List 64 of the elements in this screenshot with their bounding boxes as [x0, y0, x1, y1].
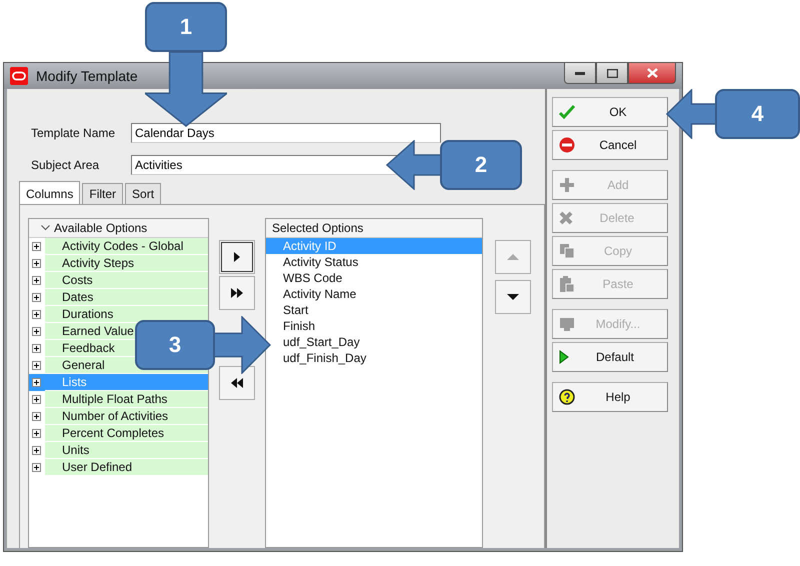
tab[interactable]: Columns — [19, 181, 80, 204]
close-icon — [646, 68, 658, 78]
no-entry-icon — [559, 137, 575, 153]
field-label: Template Name — [30, 126, 116, 140]
right-triangle-icon — [234, 252, 240, 262]
expand-icon[interactable] — [32, 293, 41, 302]
expand-icon[interactable] — [32, 327, 41, 336]
callout-tooltip: 4 — [715, 89, 800, 139]
list-item[interactable]: Activity Status — [266, 254, 482, 270]
minimize-icon — [575, 72, 585, 74]
expand-icon[interactable] — [32, 276, 41, 285]
chevron-down-icon — [41, 225, 50, 231]
double-right-icon — [231, 288, 243, 298]
close-button[interactable] — [628, 62, 676, 84]
callout-arrow-tooltip — [213, 316, 271, 374]
action-button[interactable]: Cancel — [552, 130, 668, 160]
list-item[interactable]: WBS Code — [266, 270, 482, 286]
x-icon — [559, 211, 573, 225]
expand-icon[interactable] — [32, 378, 41, 387]
expand-icon[interactable] — [32, 361, 41, 370]
copy-icon — [559, 243, 575, 259]
expand-icon[interactable] — [32, 446, 41, 455]
field-label: Subject Area — [30, 158, 100, 172]
move-button[interactable] — [219, 240, 255, 274]
clipboard-icon — [559, 276, 575, 292]
maximize-button[interactable] — [596, 62, 628, 84]
play-icon — [559, 350, 569, 364]
list-header: Selected Options — [272, 221, 364, 235]
callout-tooltip: 2 — [440, 140, 522, 190]
tab[interactable]: Sort — [125, 183, 162, 204]
callout-tooltip: 3 — [135, 320, 215, 370]
expand-icon[interactable] — [32, 242, 41, 251]
callout-tooltip: 1 — [145, 2, 227, 52]
callout-arrow-tooltip — [386, 140, 442, 190]
double-left-icon — [231, 378, 243, 388]
action-button[interactable]: OK — [552, 97, 668, 127]
expand-icon[interactable] — [32, 429, 41, 438]
expand-icon[interactable] — [32, 395, 41, 404]
expand-icon[interactable] — [32, 344, 41, 353]
maximize-icon — [606, 68, 618, 78]
expand-icon[interactable] — [32, 310, 41, 319]
up-triangle-icon — [507, 254, 519, 260]
plus-icon — [559, 177, 575, 193]
reorder-button[interactable] — [495, 280, 531, 314]
expand-icon[interactable] — [32, 259, 41, 268]
help-icon — [559, 389, 575, 405]
window-title: Modify Template — [36, 68, 138, 84]
minimize-button[interactable] — [564, 62, 596, 84]
list-header: Available Options — [54, 221, 148, 235]
expand-icon[interactable] — [32, 412, 41, 421]
move-button[interactable] — [219, 276, 255, 310]
check-icon — [559, 105, 575, 119]
expand-icon[interactable] — [32, 463, 41, 472]
down-triangle-icon — [507, 294, 519, 300]
app-logo-icon — [10, 67, 28, 85]
list-item[interactable]: Activity Name — [266, 286, 482, 302]
tab[interactable]: Filter — [82, 183, 124, 204]
list-item[interactable]: Start — [266, 302, 482, 318]
callout-arrow-tooltip — [666, 89, 717, 139]
monitor-icon — [559, 316, 575, 332]
move-button[interactable] — [219, 366, 255, 400]
text-field[interactable]: Calendar Days — [131, 123, 441, 143]
action-button[interactable]: Default — [552, 342, 668, 372]
action-button[interactable]: Help — [552, 382, 668, 412]
